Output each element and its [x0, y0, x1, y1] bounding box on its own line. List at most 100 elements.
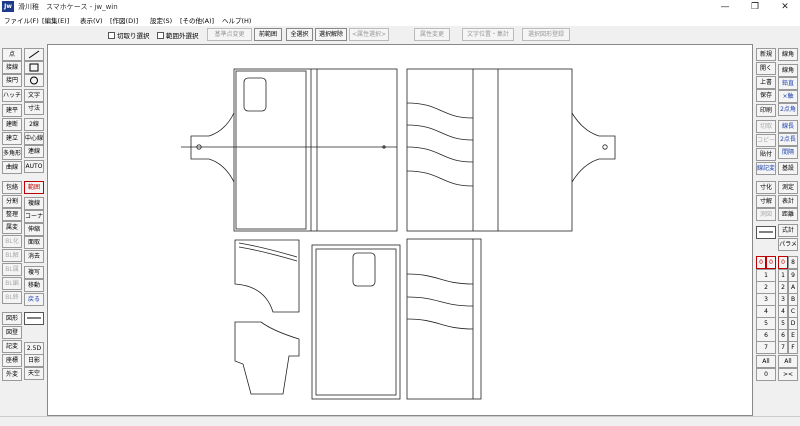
menu-draw[interactable]: [作図(D)]	[110, 15, 138, 25]
distance-button[interactable]: 距離	[778, 208, 798, 221]
tool-move[interactable]: 移動	[24, 279, 44, 292]
base-point-change-button[interactable]: 基準点変更	[207, 28, 252, 41]
tool-point[interactable]: 点	[2, 48, 22, 61]
dimension-release-button[interactable]: 寸解	[756, 195, 776, 208]
tool-double-line[interactable]: 2線	[24, 118, 44, 131]
minimize-button[interactable]: —	[710, 0, 740, 14]
register-shape-button[interactable]: 選択図形登録	[522, 28, 570, 41]
tool-text[interactable]: 文字	[24, 89, 44, 102]
tool-symbol-change[interactable]: 記変	[2, 340, 22, 353]
vertical-button[interactable]: 鉛直	[778, 77, 798, 90]
tool-section[interactable]: 建断	[2, 118, 22, 131]
layer-group-0-button[interactable]: 0	[756, 256, 766, 269]
base-settings-button[interactable]: 基設	[778, 162, 798, 175]
copy-button[interactable]: コピー	[756, 134, 776, 147]
tool-hatch[interactable]: ハッチ	[2, 89, 22, 102]
line-symbol-change-button[interactable]: 線記変	[756, 162, 776, 175]
file-new-button[interactable]: 新規	[756, 48, 776, 61]
tool-plan[interactable]: 建平	[2, 104, 22, 117]
tool-external-change[interactable]: 外変	[2, 368, 22, 381]
cut-select-checkbox[interactable]: 切取り選択	[108, 30, 150, 40]
cut-button[interactable]: 切取	[756, 120, 776, 133]
tool-range[interactable]: 範囲	[24, 181, 44, 194]
menu-settings[interactable]: 設定(S)	[150, 15, 172, 25]
tool-dimension[interactable]: 寸法	[24, 102, 44, 115]
tool-sky[interactable]: 天空	[24, 367, 44, 380]
line-preview-box[interactable]	[756, 226, 776, 239]
menu-other[interactable]: [その他(A)]	[180, 15, 214, 25]
circle-icon[interactable]	[24, 74, 44, 87]
tool-organize[interactable]: 整理	[2, 208, 22, 221]
drawing-canvas[interactable]	[47, 44, 753, 416]
tool-sun-shadow[interactable]: 日影	[24, 354, 44, 367]
tool-polygon[interactable]: 多角形	[2, 147, 22, 160]
checkbox-box[interactable]	[108, 31, 115, 39]
tool-figure[interactable]: 図形	[2, 312, 22, 325]
attribute-select-button[interactable]: <属性選択>	[349, 28, 389, 41]
two-point-angle-button[interactable]: 2点角	[778, 103, 798, 116]
layer-extra-button[interactable]: ><	[778, 368, 798, 381]
text-position-tally-button[interactable]: 文字位置・集計	[462, 28, 514, 41]
print-button[interactable]: 印刷	[756, 104, 776, 117]
attribute-change-button[interactable]: 属性変更	[414, 28, 450, 41]
dimension-make-button[interactable]: 寸化	[756, 181, 776, 194]
close-button[interactable]: ✕	[770, 0, 800, 14]
tool-attr-change[interactable]: 属変	[2, 221, 22, 234]
tool-stretch[interactable]: 伸縮	[24, 223, 44, 236]
line-length-button[interactable]: 線長	[778, 120, 798, 133]
rectangle-icon[interactable]	[24, 61, 44, 74]
layer-group-7-button[interactable]: 7	[756, 341, 776, 354]
line-style-box[interactable]	[24, 312, 44, 325]
tool-copy[interactable]: 複写	[24, 266, 44, 279]
file-overwrite-button[interactable]: 上書	[756, 76, 776, 89]
menu-file[interactable]: ファイル(F)	[4, 15, 39, 25]
layer-7-button[interactable]: 7	[778, 341, 788, 354]
layer-group-all-button[interactable]: All	[756, 355, 776, 368]
interval-button[interactable]: 間隔	[778, 146, 798, 159]
two-point-length-button[interactable]: 2点長	[778, 133, 798, 146]
tool-offset-line[interactable]: 複線	[24, 197, 44, 210]
tool-curve[interactable]: 曲線	[2, 161, 22, 174]
tool-chamfer[interactable]: 面取	[24, 236, 44, 249]
select-all-button[interactable]: 全選択	[286, 28, 313, 41]
formula-calc-button[interactable]: 式計	[778, 224, 798, 237]
previous-range-button[interactable]: 前範囲	[254, 28, 282, 41]
menu-view[interactable]: 表示(V)	[80, 15, 103, 25]
tool-block-make[interactable]: BL化	[2, 235, 22, 248]
measure-button[interactable]: 測定	[778, 181, 798, 194]
tool-corner[interactable]: コーナー	[24, 210, 44, 223]
deselect-button[interactable]: 選択解除	[315, 28, 347, 41]
line-angle-button[interactable]: 線角	[778, 48, 798, 61]
tool-erase[interactable]: 消去	[24, 250, 44, 263]
layer-0-button[interactable]: 0	[778, 256, 788, 269]
tool-undo[interactable]: 戻る	[24, 293, 44, 306]
tool-divide[interactable]: 分割	[2, 195, 22, 208]
line-angle-2-button[interactable]: 線角	[778, 64, 798, 77]
tool-center-line[interactable]: 中心線	[24, 132, 44, 145]
layer-all-button[interactable]: All	[778, 355, 798, 368]
tool-continuous-line[interactable]: 連線	[24, 145, 44, 158]
menu-edit[interactable]: [編集(E)]	[42, 15, 69, 25]
tool-tangent-circle[interactable]: 接円	[2, 74, 22, 87]
menu-help[interactable]: ヘルプ(H)	[222, 15, 251, 25]
layer-group-0-alt-button[interactable]: 0	[766, 256, 776, 269]
tool-block-edit[interactable]: BL編	[2, 277, 22, 290]
tool-coordinates[interactable]: 座標	[2, 354, 22, 367]
layer-f-button[interactable]: F	[788, 341, 798, 354]
tool-elevation[interactable]: 建立	[2, 132, 22, 145]
tool-tangent[interactable]: 接線	[2, 61, 22, 74]
layer-group-zero-button[interactable]: 0	[756, 368, 776, 381]
file-open-button[interactable]: 開く	[756, 62, 776, 75]
tool-block-attr[interactable]: BL属	[2, 263, 22, 276]
checkbox-box[interactable]	[157, 31, 164, 39]
file-save-button[interactable]: 保存	[756, 89, 776, 102]
tool-figure-register[interactable]: 図登	[2, 326, 22, 339]
tool-envelope[interactable]: 包絡	[2, 181, 22, 194]
parametric-button[interactable]: パラメ	[778, 238, 798, 251]
paste-button[interactable]: 貼付	[756, 148, 776, 161]
table-calc-button[interactable]: 表計	[778, 195, 798, 208]
restore-button[interactable]: ❐	[740, 0, 770, 14]
tool-auto[interactable]: AUTO	[24, 160, 44, 173]
outside-select-checkbox[interactable]: 範囲外選択	[157, 30, 199, 40]
line-icon[interactable]	[24, 48, 44, 61]
